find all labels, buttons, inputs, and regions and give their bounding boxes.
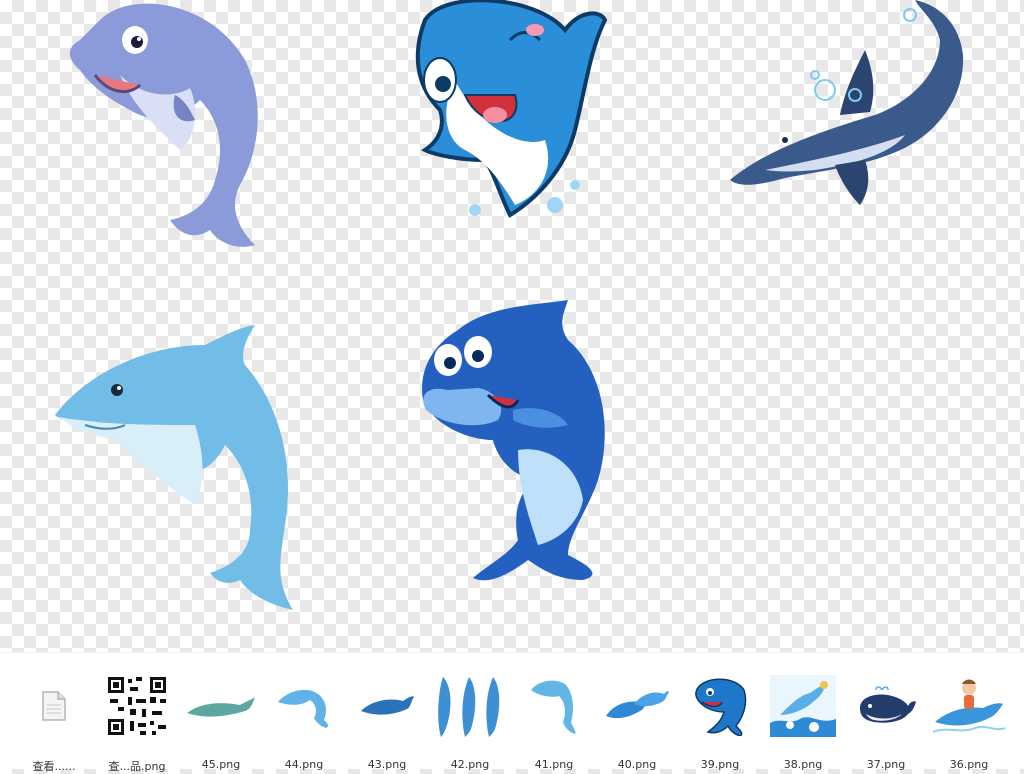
- thumbnail-label: 39.png: [700, 758, 740, 771]
- dolphin-rider-thumb-icon: [932, 669, 1006, 743]
- thumbnail-label: 41.png: [534, 758, 574, 771]
- dolphin-splash-thumb-icon: [766, 669, 840, 743]
- document-icon: [17, 669, 91, 743]
- thumbnail-item[interactable]: 41.png: [513, 661, 595, 771]
- whale-thumb-icon: [849, 669, 923, 743]
- thumbnail-label: 查看......: [32, 760, 76, 773]
- thumbnail-item[interactable]: 39.png: [679, 661, 761, 771]
- preview-canvas: [0, 0, 1024, 652]
- thumbnail-label: 44.png: [284, 758, 324, 771]
- thumbnail-label: 43.png: [367, 758, 407, 771]
- thumbnail-item[interactable]: 44.png: [263, 661, 345, 771]
- dolphin-group-thumb-icon: [433, 669, 507, 743]
- dolphin-winking-icon: [415, 0, 608, 218]
- qr-code-icon: [100, 669, 174, 743]
- dolphin-thumb-icon: [267, 669, 341, 743]
- thumbnail-label: 查...品.png: [108, 760, 166, 773]
- thumbnail-label: 40.png: [617, 758, 657, 771]
- thumbnail-label: 37.png: [866, 758, 906, 771]
- thumbnail-item[interactable]: 37.png: [845, 661, 927, 771]
- thumbnail-strip: 查看...... 查...品.png 45.png 44.png 43.png …: [0, 652, 1024, 773]
- thumbnail-item[interactable]: 查...品.png: [96, 661, 178, 773]
- dolphin-sky-jumping-icon: [55, 325, 293, 610]
- dolphin-thumb-icon: [517, 669, 591, 743]
- thumbnail-item[interactable]: 42.png: [429, 661, 511, 771]
- thumbnail-item[interactable]: 查看......: [13, 661, 95, 773]
- dolphin-lavender-icon: [69, 3, 258, 247]
- dolphin-smiling-blue-icon: [422, 300, 605, 581]
- dolphin-thumb-icon: [184, 669, 258, 743]
- thumbnail-item[interactable]: 43.png: [346, 661, 428, 771]
- thumbnail-item[interactable]: 40.png: [596, 661, 678, 771]
- thumbnail-item[interactable]: 45.png: [180, 661, 262, 771]
- dolphin-navy-bubbles-icon: [730, 0, 964, 205]
- thumbnail-item[interactable]: 36.png: [928, 661, 1010, 771]
- thumbnail-item[interactable]: 38.png: [762, 661, 844, 771]
- thumbnail-label: 42.png: [450, 758, 490, 771]
- thumbnail-label: 38.png: [783, 758, 823, 771]
- thumbnail-label: 45.png: [201, 758, 241, 771]
- thumbnail-label: 36.png: [949, 758, 989, 771]
- dolphin-pair-thumb-icon: [600, 669, 674, 743]
- dolphin-cartoon-thumb-icon: [683, 669, 757, 743]
- dolphin-thumb-icon: [350, 669, 424, 743]
